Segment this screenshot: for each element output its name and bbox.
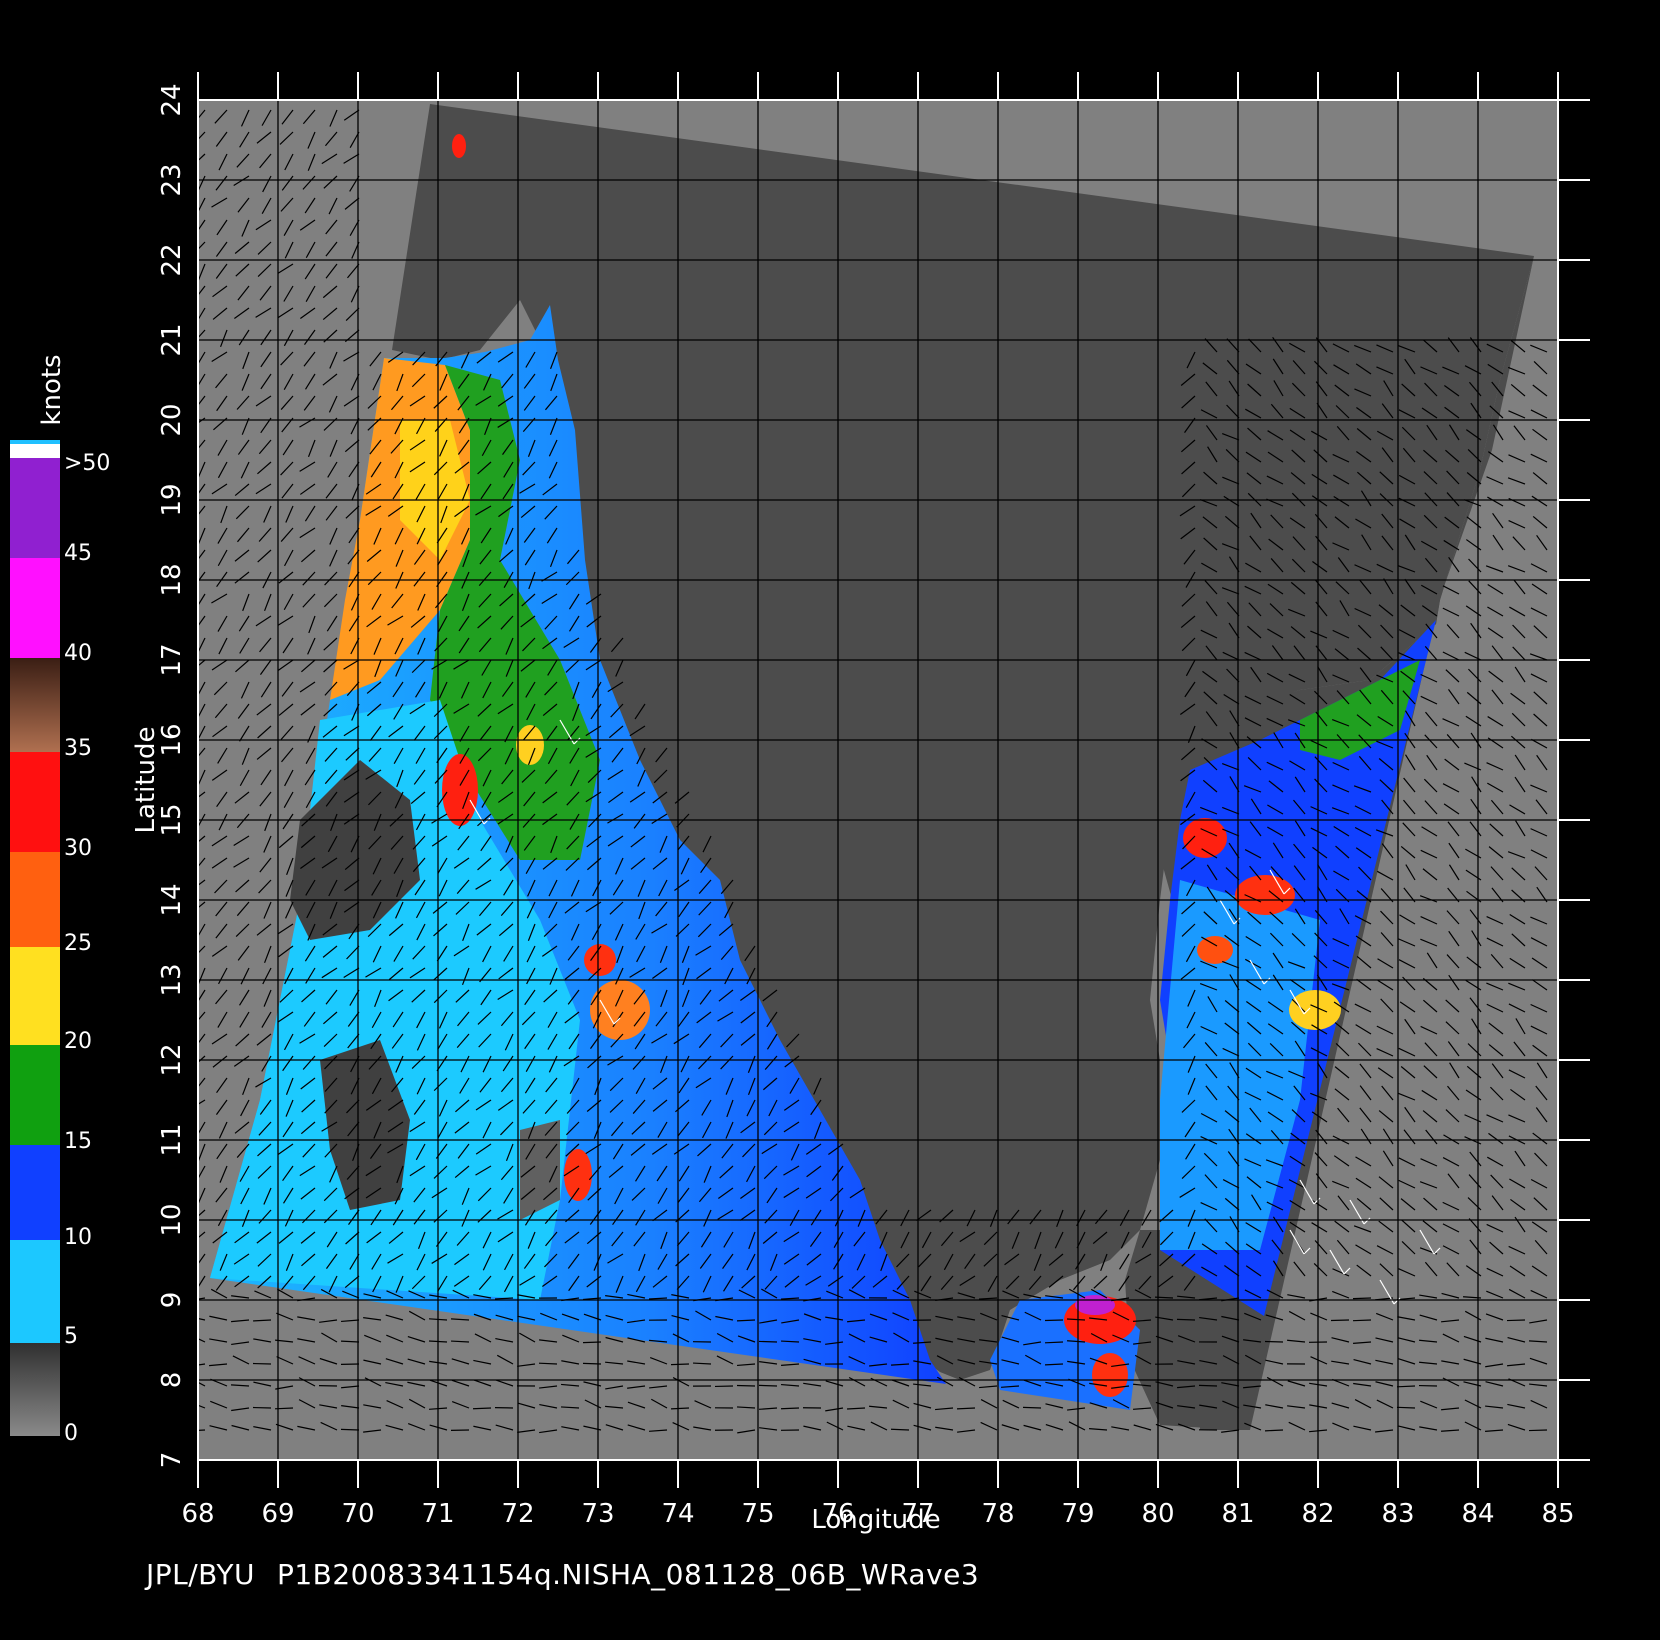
map-plot [198, 100, 1558, 1460]
colorbar-swatch-10-15 [10, 1145, 60, 1240]
wind-barb [1528, 1429, 1548, 1432]
y-tick-label: 15 [157, 803, 187, 836]
colorbar-label: 45 [64, 541, 92, 566]
colorbar-swatch-35-40 [10, 658, 60, 752]
x-tick-label: 80 [1141, 1499, 1174, 1529]
wind-barb [1352, 1319, 1372, 1322]
colorbar-swatch-25-30 [10, 852, 60, 947]
wind-barb [758, 1384, 778, 1387]
bay-rain-cell-3 [1289, 990, 1341, 1030]
rain-cell-1 [442, 754, 478, 826]
y-tick-label: 22 [157, 243, 187, 276]
colorbar-swatch-5-10 [10, 1240, 60, 1343]
colorbar-swatch-20-25 [10, 947, 60, 1045]
y-tick-label: 23 [157, 163, 187, 196]
wind-barb [1022, 1406, 1042, 1409]
file-id-text: P1B20083341154q.NISHA_081128_06B_WRave3 [276, 1558, 980, 1591]
x-tick-label: 83 [1381, 1499, 1414, 1529]
y-axis-label: Latitude [131, 726, 161, 833]
scatterometer-wind-map: 68 69 70 71 72 73 74 75 76 77 78 79 80 81 82 83 84 85 789… [10, 72, 1590, 1535]
colorbar-title: knots [37, 354, 67, 425]
wind-barb [758, 1340, 778, 1343]
footer-caption: JPL/BYU P1B20083341154q.NISHA_081128_06B_… [146, 1558, 1001, 1591]
x-tick-label: 70 [341, 1499, 374, 1529]
y-tick-label: 14 [157, 883, 187, 916]
colorbar-swatch-40-45 [10, 558, 60, 658]
x-tick-label: 85 [1541, 1499, 1574, 1529]
y-tick-label: 17 [157, 643, 187, 676]
cyclone-peak [1075, 1295, 1115, 1315]
wind-barb [1506, 1319, 1526, 1322]
bay-rain-cell-4 [1197, 936, 1233, 964]
y-tick-label: 8 [157, 1372, 187, 1389]
y-tick-label: 18 [157, 563, 187, 596]
y-tick-label: 10 [157, 1203, 187, 1236]
x-tick-label: 74 [661, 1499, 694, 1529]
wind-barb [890, 1428, 910, 1431]
wind-barb [1198, 1384, 1218, 1387]
x-tick-label: 84 [1461, 1499, 1494, 1529]
y-tick-label: 12 [157, 1043, 187, 1076]
north-rain-cell [452, 134, 466, 158]
rain-cell-5 [584, 944, 616, 976]
wind-barb [780, 1407, 800, 1410]
wind-barb [1352, 1297, 1372, 1300]
x-tick-label: 81 [1221, 1499, 1254, 1529]
wind-barb [340, 1428, 360, 1431]
cyclone-tail [1092, 1353, 1128, 1397]
colorbar-label: 25 [64, 931, 92, 956]
rain-cell-2 [590, 980, 650, 1040]
y-tick-label: 13 [157, 963, 187, 996]
wind-barb [1176, 1318, 1196, 1321]
colorbar-swatch-45-50 [10, 458, 60, 558]
y-tick-labels: 7 8 9 10 11 12 13 14 15 16 17 18 19 20 21 22 23 24 [157, 83, 187, 1468]
x-axis-label: Longitude [811, 1505, 940, 1535]
wind-barb [1396, 1385, 1416, 1388]
rain-cell-3 [564, 1149, 592, 1201]
x-tick-label: 68 [181, 1499, 214, 1529]
y-tick-label: 24 [157, 83, 187, 116]
y-tick-label: 21 [157, 323, 187, 356]
wind-barb [538, 1362, 558, 1365]
colorbar-label: 40 [64, 641, 92, 666]
wind-barb [1044, 1341, 1064, 1344]
credit-text: JPL/BYU [146, 1558, 255, 1591]
wind-barb [956, 1407, 976, 1410]
x-tick-label: 72 [501, 1499, 534, 1529]
rain-cell-4 [516, 725, 544, 765]
x-tick-label: 75 [741, 1499, 774, 1529]
colorbar-swatch-0-5 [10, 1343, 60, 1436]
colorbar-label: 35 [64, 736, 92, 761]
x-tick-label: 78 [981, 1499, 1014, 1529]
colorbar-label: 0 [64, 1421, 78, 1446]
wind-barb [472, 1407, 492, 1410]
wind-barb [736, 1384, 756, 1387]
colorbar-label: 30 [64, 836, 92, 861]
y-tick-label: 19 [157, 483, 187, 516]
wind-barb [1396, 1406, 1416, 1409]
bay-rain-cell-1 [1183, 818, 1227, 858]
colorbar: knots 0 5 10 15 20 25 30 35 40 45 >50 [10, 354, 110, 1446]
colorbar-label: 15 [64, 1129, 92, 1154]
x-tick-label: 82 [1301, 1499, 1334, 1529]
wind-barb [670, 1363, 690, 1366]
bay-rain-cell-2 [1235, 875, 1295, 915]
y-tick-label: 20 [157, 403, 187, 436]
colorbar-labels: 0 5 10 15 20 25 30 35 40 45 >50 [64, 451, 110, 1446]
x-tick-label: 73 [581, 1499, 614, 1529]
x-tick-label: 71 [421, 1499, 454, 1529]
y-tick-label: 9 [157, 1292, 187, 1309]
colorbar-swatch-30-35 [10, 752, 60, 852]
x-tick-label: 69 [261, 1499, 294, 1529]
y-tick-label: 16 [157, 723, 187, 756]
colorbar-label: 20 [64, 1029, 92, 1054]
colorbar-label: 10 [64, 1225, 92, 1250]
y-tick-label: 7 [157, 1452, 187, 1469]
x-tick-label: 79 [1061, 1499, 1094, 1529]
colorbar-swatch-cap [10, 440, 60, 444]
colorbar-label: 5 [64, 1324, 78, 1349]
colorbar-label: >50 [64, 451, 110, 476]
y-tick-label: 11 [157, 1123, 187, 1156]
colorbar-swatch-15-20 [10, 1045, 60, 1145]
